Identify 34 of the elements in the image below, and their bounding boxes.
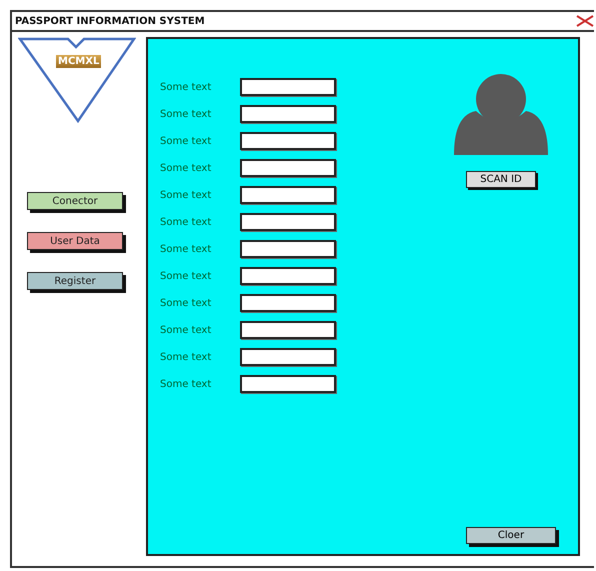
- field-label: Some text: [160, 190, 212, 200]
- input-field[interactable]: [240, 240, 336, 258]
- field-label: Some text: [160, 298, 212, 308]
- logo-text: MCMXL: [56, 55, 102, 68]
- field-label: Some text: [160, 270, 212, 282]
- input-field[interactable]: [240, 159, 336, 177]
- field-label: Some text: [160, 108, 212, 120]
- nav-button[interactable]: User Data: [27, 232, 123, 250]
- input-field[interactable]: [240, 348, 336, 366]
- field-label: Some text: [160, 82, 212, 92]
- field-label: Some text: [160, 136, 212, 146]
- input-field[interactable]: [240, 186, 336, 204]
- nav-button[interactable]: Register: [27, 272, 123, 290]
- field-label: Some text: [160, 162, 212, 174]
- user-avatar-icon: [454, 73, 548, 155]
- input-field[interactable]: [240, 105, 336, 123]
- field-label: Some text: [160, 378, 212, 390]
- clear-button[interactable]: Cloer: [466, 527, 556, 544]
- field-label: Some text: [160, 352, 212, 362]
- input-field[interactable]: [240, 132, 336, 150]
- field-label: Some text: [160, 324, 212, 336]
- field-label: Some text: [160, 244, 212, 254]
- input-field[interactable]: [240, 321, 336, 339]
- input-field[interactable]: [240, 78, 336, 96]
- window-title: PASSPORT INFORMATION SYSTEM: [15, 16, 205, 26]
- input-field[interactable]: [240, 375, 336, 393]
- input-field[interactable]: [240, 267, 336, 285]
- scan-id-button[interactable]: SCAN ID: [466, 171, 536, 188]
- close-icon[interactable]: [576, 15, 594, 27]
- input-field[interactable]: [240, 213, 336, 231]
- field-label: Some text: [160, 216, 212, 228]
- triangle-logo-icon: [18, 37, 136, 123]
- nav-button[interactable]: Conector: [27, 192, 123, 210]
- input-field[interactable]: [240, 294, 336, 312]
